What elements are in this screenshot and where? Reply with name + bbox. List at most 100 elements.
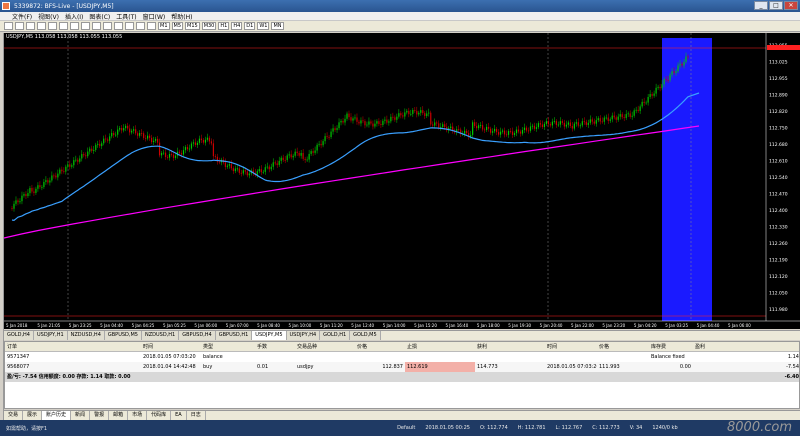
open-button[interactable] — [15, 22, 24, 30]
terminal-tab[interactable]: 警报 — [90, 411, 110, 420]
autotrading-button[interactable] — [81, 22, 90, 30]
symbol-tab[interactable]: NZDUSD,H1 — [141, 331, 180, 340]
candle-body — [186, 147, 189, 150]
terminal-tab[interactable]: 邮箱 — [109, 411, 129, 420]
candle-body — [192, 142, 195, 144]
lots-cell: 0.01 — [257, 364, 269, 370]
terminal-tab[interactable]: 交易 — [4, 411, 24, 420]
candle-body — [667, 79, 669, 81]
column-header[interactable]: 手数 — [255, 342, 295, 351]
chart-canvas[interactable]: 113.055113.025112.955112.890112.820112.7… — [4, 33, 800, 329]
current-price-marker — [767, 45, 800, 50]
column-header[interactable]: 类型 — [201, 342, 255, 351]
navigator-button[interactable] — [48, 22, 57, 30]
candle-body — [356, 117, 358, 122]
candle-body — [107, 139, 109, 141]
column-header[interactable]: 止损 — [405, 342, 475, 351]
column-header[interactable]: 时间 — [545, 342, 597, 351]
symbol-tab[interactable]: GOLD,H1 — [320, 331, 351, 340]
column-header[interactable]: 价格 — [597, 342, 649, 351]
candle-body — [129, 128, 131, 133]
time-label: 5 Jan 20:40 — [540, 323, 563, 328]
timeframe-button[interactable]: D1 — [244, 22, 256, 30]
candlestick-icon[interactable] — [103, 22, 112, 30]
candle-body — [312, 151, 314, 153]
candle-body — [685, 56, 687, 62]
order-cell: 9571347 — [7, 354, 30, 360]
candle-body — [621, 114, 623, 118]
column-header[interactable]: 库存费 — [649, 342, 693, 351]
timeframe-button[interactable]: H1 — [218, 22, 230, 30]
column-header[interactable]: 订单 — [5, 342, 141, 351]
candle-body — [29, 187, 31, 194]
menu-item[interactable]: 帮助(H) — [171, 12, 192, 21]
market-watch-button[interactable] — [37, 22, 46, 30]
menu-item[interactable]: 插入(I) — [65, 12, 83, 21]
terminal-tab[interactable]: 账户历史 — [42, 411, 72, 420]
maximize-button[interactable]: □ — [769, 1, 783, 10]
candle-body — [131, 130, 133, 133]
candle-body — [687, 56, 689, 58]
timeframe-button[interactable]: M30 — [201, 22, 217, 30]
column-header[interactable]: 获利 — [475, 342, 545, 351]
candle-body — [376, 121, 378, 124]
symbol-tab[interactable]: USDJPY,M5 — [252, 331, 287, 340]
candle-body — [595, 120, 597, 124]
symbol-tab[interactable]: GBPUSD,H1 — [215, 331, 253, 340]
terminal-tab[interactable]: 市场 — [128, 411, 148, 420]
timeframe-button[interactable]: MN — [271, 22, 284, 30]
new-order-button[interactable] — [70, 22, 79, 30]
terminal-tab[interactable]: EA — [171, 411, 187, 420]
candle-body — [160, 153, 163, 156]
menu-item[interactable]: 文件(F) — [12, 12, 32, 21]
menu-item[interactable]: 工具(T) — [116, 12, 136, 21]
timeframe-button[interactable]: W1 — [257, 22, 270, 30]
symbol-tab[interactable]: NZDUSD,H4 — [67, 331, 105, 340]
new-chart-button[interactable] — [4, 22, 13, 30]
candle-body — [432, 124, 434, 126]
table-row[interactable]: 9568077 2018.01.04 14:42:48 buy 0.01 usd… — [5, 362, 799, 372]
terminal-tab[interactable]: 新闻 — [71, 411, 91, 420]
symbol-tab[interactable]: USDJPY,H4 — [286, 331, 321, 340]
candle-body — [487, 126, 490, 129]
menu-item[interactable]: 视图(V) — [38, 12, 59, 21]
terminal-tab[interactable]: 日志 — [187, 411, 206, 420]
timeframe-button[interactable]: M1 — [158, 22, 170, 30]
candle-body — [49, 180, 51, 183]
column-header[interactable]: 盈利 — [693, 342, 800, 351]
candle-body — [416, 110, 418, 115]
terminal-button[interactable] — [59, 22, 68, 30]
timeframe-button[interactable]: H4 — [231, 22, 243, 30]
zoom-in-icon[interactable] — [125, 22, 134, 30]
table-row[interactable]: 9571347 2018.01.05 07:03:20 balance Bala… — [5, 352, 799, 362]
column-header[interactable]: 价格 — [355, 342, 405, 351]
minimize-button[interactable]: _ — [754, 1, 768, 10]
column-header[interactable]: 交易品种 — [295, 342, 355, 351]
terminal-tab[interactable]: 展示 — [23, 411, 43, 420]
candle-body — [57, 173, 59, 178]
symbol-tab[interactable]: GBPUSD,M5 — [104, 331, 142, 340]
time-label: 5 Jan 19:30 — [508, 323, 531, 328]
candle-body — [164, 152, 167, 157]
timeframe-button[interactable]: M15 — [185, 22, 200, 30]
price-chart[interactable]: 113.055113.025112.955112.890112.820112.7… — [4, 33, 800, 329]
status-volume: V: 34 — [629, 425, 643, 431]
line-chart-icon[interactable] — [114, 22, 123, 30]
menu-item[interactable]: 窗口(W) — [143, 12, 166, 21]
time-label: 5 Jan 05:25 — [163, 323, 186, 328]
symbol-tab[interactable]: GBPUSD,H4 — [179, 331, 216, 340]
timeframe-button[interactable]: M5 — [171, 22, 183, 30]
menu-item[interactable]: 图表(C) — [89, 12, 110, 21]
profiles-button[interactable] — [26, 22, 35, 30]
status-profile: Default — [397, 425, 416, 431]
candle-body — [525, 127, 528, 131]
terminal-tab[interactable]: 代码库 — [147, 411, 172, 420]
symbol-tab[interactable]: GOLD,H4 — [4, 331, 34, 340]
close-button[interactable]: ✕ — [784, 1, 798, 10]
zoom-out-icon[interactable] — [136, 22, 145, 30]
symbol-tab[interactable]: USDJPY,H1 — [33, 331, 68, 340]
indicators-icon[interactable] — [147, 22, 156, 30]
bar-chart-icon[interactable] — [92, 22, 101, 30]
symbol-tab[interactable]: GOLD,M5 — [350, 331, 381, 340]
column-header[interactable]: 时间 — [141, 342, 201, 351]
